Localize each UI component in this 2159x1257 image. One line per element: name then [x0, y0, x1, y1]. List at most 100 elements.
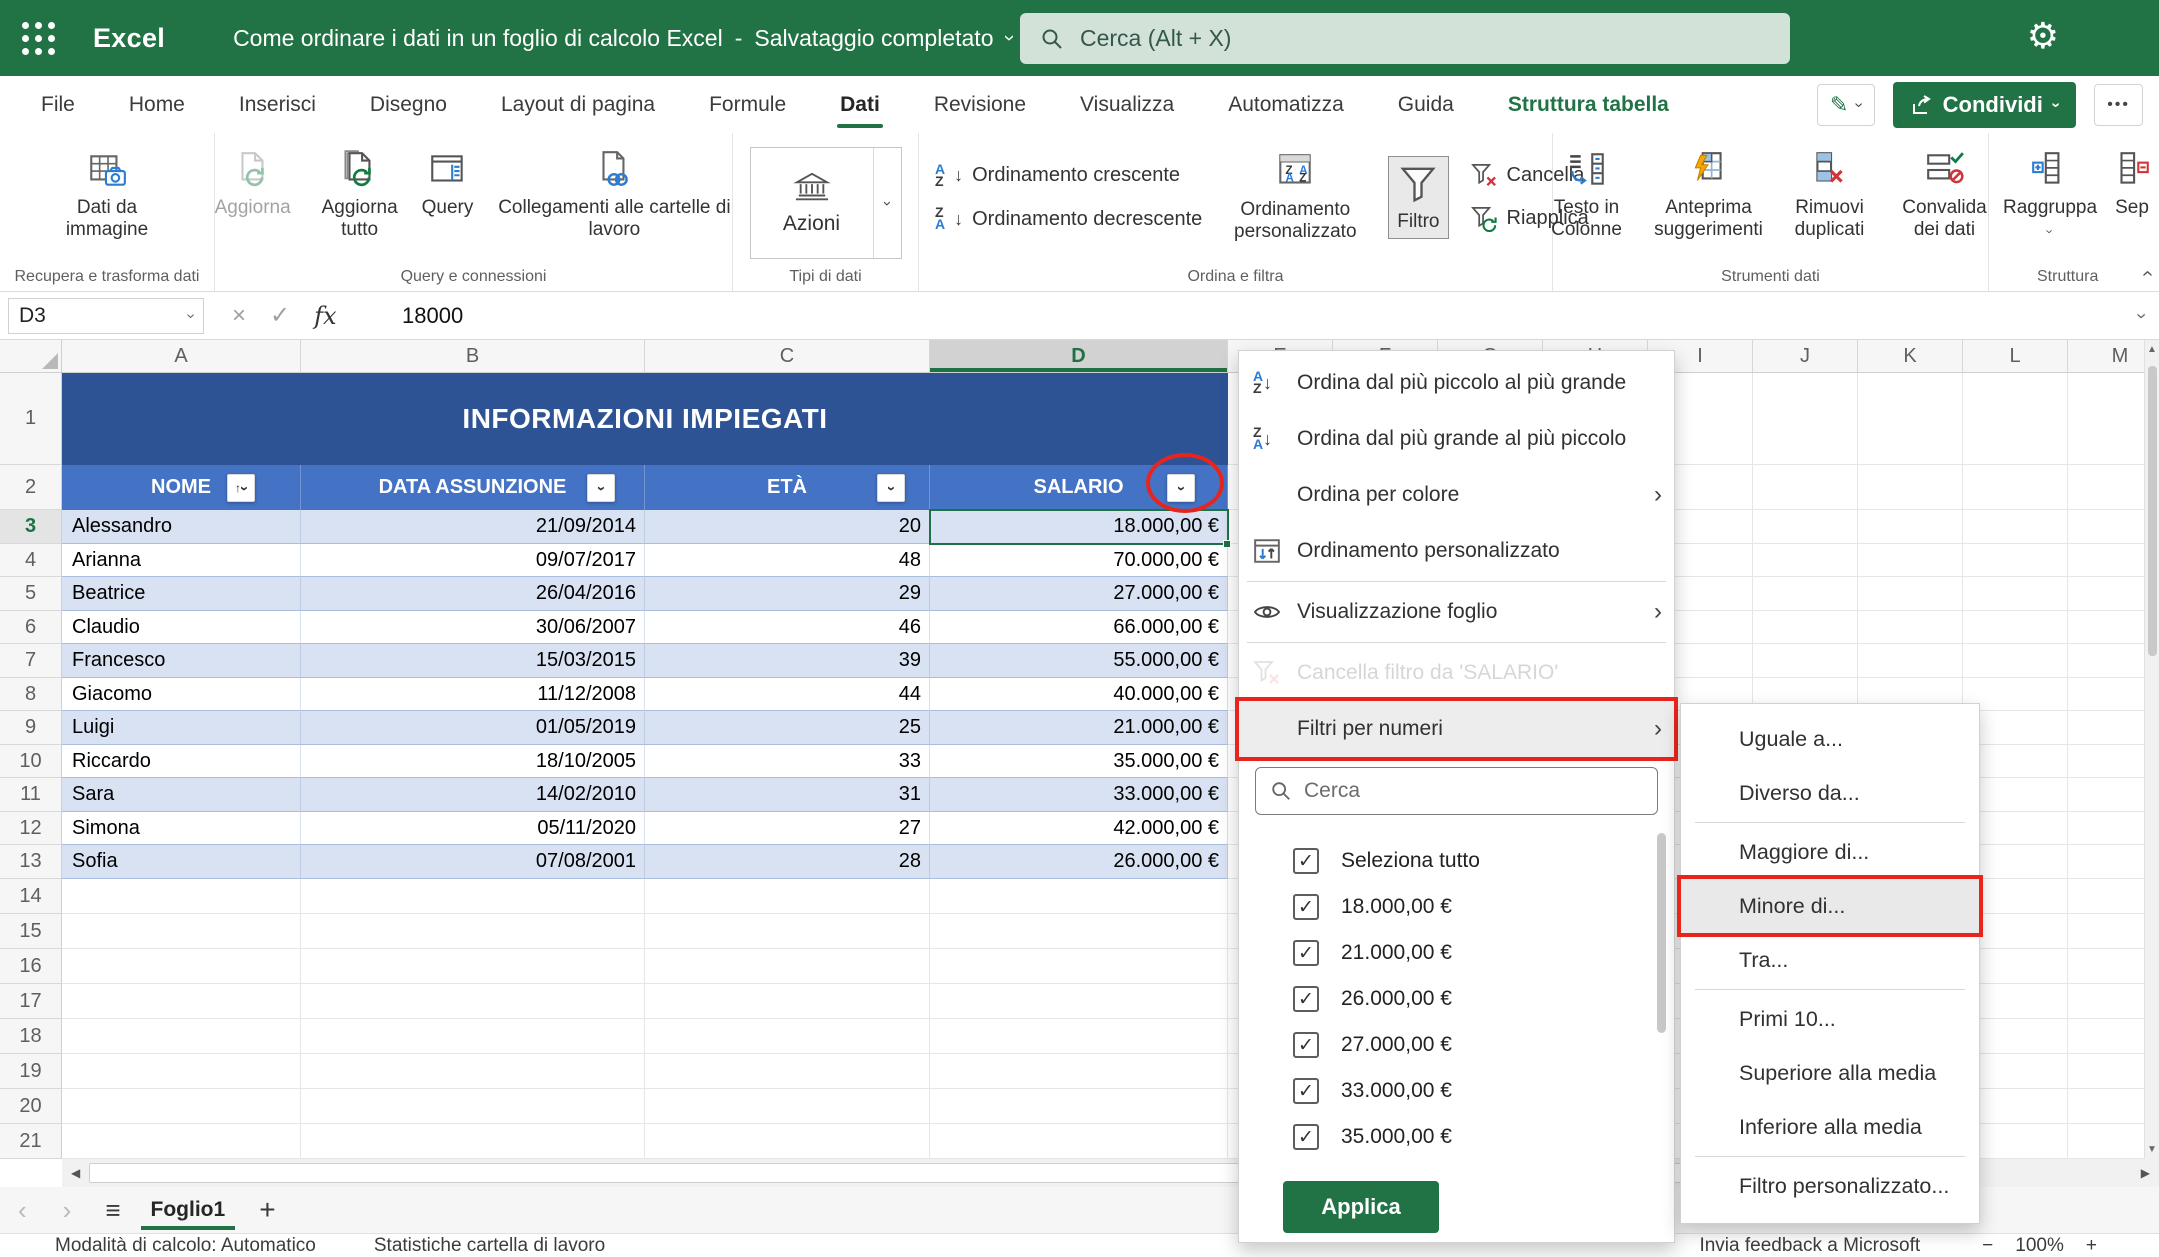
- cell-C17[interactable]: [645, 984, 930, 1019]
- row-header-10[interactable]: 10: [0, 745, 62, 778]
- table-cell[interactable]: 25: [645, 711, 930, 745]
- cell-K4[interactable]: [1858, 544, 1963, 577]
- share-button[interactable]: Condividi ›: [1893, 82, 2077, 128]
- cell-D17[interactable]: [930, 984, 1228, 1019]
- data-validation-button[interactable]: Convalida dei dati: [1889, 149, 2001, 242]
- all-sheets-menu-icon[interactable]: ≡: [89, 1195, 136, 1226]
- row-header-1[interactable]: 1: [0, 373, 62, 465]
- checkbox-checked-icon[interactable]: ✓: [1293, 940, 1319, 966]
- filter-dropdown-button-età[interactable]: ›: [877, 474, 905, 502]
- flash-fill-button[interactable]: Anteprima suggerimenti: [1647, 149, 1771, 242]
- stocks-data-type-button[interactable]: Azioni ›: [750, 147, 902, 259]
- cell-L4[interactable]: [1963, 544, 2068, 577]
- table-header-salario[interactable]: SALARIO›: [930, 465, 1228, 510]
- more-options-button[interactable]: •••: [2094, 84, 2143, 126]
- table-cell[interactable]: 11/12/2008: [301, 678, 645, 711]
- filter-search-input[interactable]: [1304, 779, 1604, 803]
- remove-duplicates-button[interactable]: Rimuovi duplicati: [1785, 149, 1875, 242]
- scroll-left-icon[interactable]: ◀: [62, 1166, 89, 1180]
- table-cell[interactable]: Riccardo: [62, 745, 301, 778]
- cell-C18[interactable]: [645, 1019, 930, 1054]
- sheet-tab-foglio1[interactable]: Foglio1: [137, 1188, 240, 1232]
- cell-A15[interactable]: [62, 914, 301, 949]
- filter-dropdown-button-nome[interactable]: ↑›: [227, 474, 255, 502]
- sort-descending-button[interactable]: ZA↓ Ordinamento decrescente: [935, 207, 1202, 231]
- cell-D18[interactable]: [930, 1019, 1228, 1054]
- cell-B18[interactable]: [301, 1019, 645, 1054]
- menu-item-filtri-per-numeri[interactable]: Filtri per numeri›: [1239, 701, 1674, 757]
- table-cell[interactable]: 46: [645, 611, 930, 644]
- table-cell[interactable]: 70.000,00 €: [930, 544, 1228, 577]
- data-from-picture-button[interactable]: Dati da immagine: [52, 149, 162, 242]
- zoom-out-icon[interactable]: −: [1982, 1235, 1993, 1257]
- filter-button[interactable]: Filtro: [1388, 156, 1448, 238]
- table-cell[interactable]: 33.000,00 €: [930, 778, 1228, 812]
- cell-C19[interactable]: [645, 1054, 930, 1089]
- row-header-5[interactable]: 5: [0, 577, 62, 611]
- column-header-B[interactable]: B: [301, 340, 645, 373]
- cell-D21[interactable]: [930, 1124, 1228, 1159]
- table-title[interactable]: INFORMAZIONI IMPIEGATI: [62, 373, 1228, 465]
- cell-J2[interactable]: [1753, 465, 1858, 510]
- row-header-9[interactable]: 9: [0, 711, 62, 745]
- cell-L2[interactable]: [1963, 465, 2068, 510]
- send-feedback-link[interactable]: Invia feedback a Microsoft: [1699, 1235, 1920, 1257]
- table-cell[interactable]: Arianna: [62, 544, 301, 577]
- table-cell[interactable]: 33: [645, 745, 930, 778]
- table-cell[interactable]: Sofia: [62, 845, 301, 879]
- cell-A16[interactable]: [62, 949, 301, 984]
- filter-search-box[interactable]: [1255, 767, 1658, 815]
- tab-dati[interactable]: Dati: [813, 76, 907, 133]
- cell-A14[interactable]: [62, 879, 301, 914]
- document-title[interactable]: Come ordinare i dati in un foglio di cal…: [233, 25, 1012, 52]
- table-cell[interactable]: 35.000,00 €: [930, 745, 1228, 778]
- name-box[interactable]: D3 ›: [8, 298, 204, 334]
- submenu-item-maggiore-di-[interactable]: Maggiore di...: [1681, 825, 1979, 879]
- ungroup-button[interactable]: Sep: [2111, 149, 2153, 238]
- row-header-11[interactable]: 11: [0, 778, 62, 812]
- filter-dropdown-button-data-assunzione[interactable]: ›: [587, 474, 615, 502]
- tab-home[interactable]: Home: [102, 76, 212, 133]
- column-header-D[interactable]: D: [930, 340, 1228, 373]
- table-cell[interactable]: 09/07/2017: [301, 544, 645, 577]
- enter-icon[interactable]: ✓: [270, 301, 290, 330]
- tab-revisione[interactable]: Revisione: [907, 76, 1053, 133]
- cell-J3[interactable]: [1753, 510, 1858, 544]
- vertical-scrollbar[interactable]: ▲ ▼: [2144, 340, 2159, 1159]
- menu-item-ordina-dal-pi-grande-al-pi-piccolo[interactable]: ZA↓Ordina dal più grande al più piccolo: [1239, 411, 1674, 467]
- cell-B17[interactable]: [301, 984, 645, 1019]
- cell-C21[interactable]: [645, 1124, 930, 1159]
- group-button[interactable]: Raggruppa ›: [2003, 149, 2097, 238]
- filter-value-21-000-00-[interactable]: ✓21.000,00 €: [1239, 930, 1674, 976]
- scroll-down-icon[interactable]: ▼: [2147, 1144, 2157, 1155]
- checkbox-checked-icon[interactable]: ✓: [1293, 1032, 1319, 1058]
- add-sheet-icon[interactable]: +: [239, 1194, 295, 1226]
- table-cell[interactable]: 18/10/2005: [301, 745, 645, 778]
- submenu-item-filtro-personalizzato-[interactable]: Filtro personalizzato...: [1681, 1159, 1979, 1213]
- table-cell[interactable]: 27: [645, 812, 930, 845]
- cell-B14[interactable]: [301, 879, 645, 914]
- table-header-data-assunzione[interactable]: DATA ASSUNZIONE›: [301, 465, 645, 510]
- submenu-item-tra-[interactable]: Tra...: [1681, 933, 1979, 987]
- table-header-età[interactable]: ETÀ›: [645, 465, 930, 510]
- column-header-J[interactable]: J: [1753, 340, 1858, 373]
- submenu-item-minore-di-[interactable]: Minore di...: [1681, 879, 1979, 933]
- checkbox-checked-icon[interactable]: ✓: [1293, 894, 1319, 920]
- table-cell[interactable]: 40.000,00 €: [930, 678, 1228, 711]
- cell-K5[interactable]: [1858, 577, 1963, 611]
- table-cell[interactable]: 29: [645, 577, 930, 611]
- cell-C14[interactable]: [645, 879, 930, 914]
- next-sheet-icon[interactable]: ›: [45, 1195, 90, 1226]
- row-header-3[interactable]: 3: [0, 510, 62, 544]
- submenu-item-superiore-alla-media[interactable]: Superiore alla media: [1681, 1046, 1979, 1100]
- cell-J1[interactable]: [1753, 373, 1858, 465]
- table-header-nome[interactable]: NOME↑›: [62, 465, 301, 510]
- row-header-8[interactable]: 8: [0, 678, 62, 711]
- table-cell[interactable]: Francesco: [62, 644, 301, 678]
- table-cell[interactable]: 05/11/2020: [301, 812, 645, 845]
- text-to-columns-button[interactable]: Testo in Colonne: [1541, 149, 1633, 242]
- cell-L3[interactable]: [1963, 510, 2068, 544]
- table-cell[interactable]: Sara: [62, 778, 301, 812]
- collapse-ribbon-icon[interactable]: ›: [2136, 270, 2159, 277]
- scroll-up-icon[interactable]: ▲: [2147, 344, 2157, 355]
